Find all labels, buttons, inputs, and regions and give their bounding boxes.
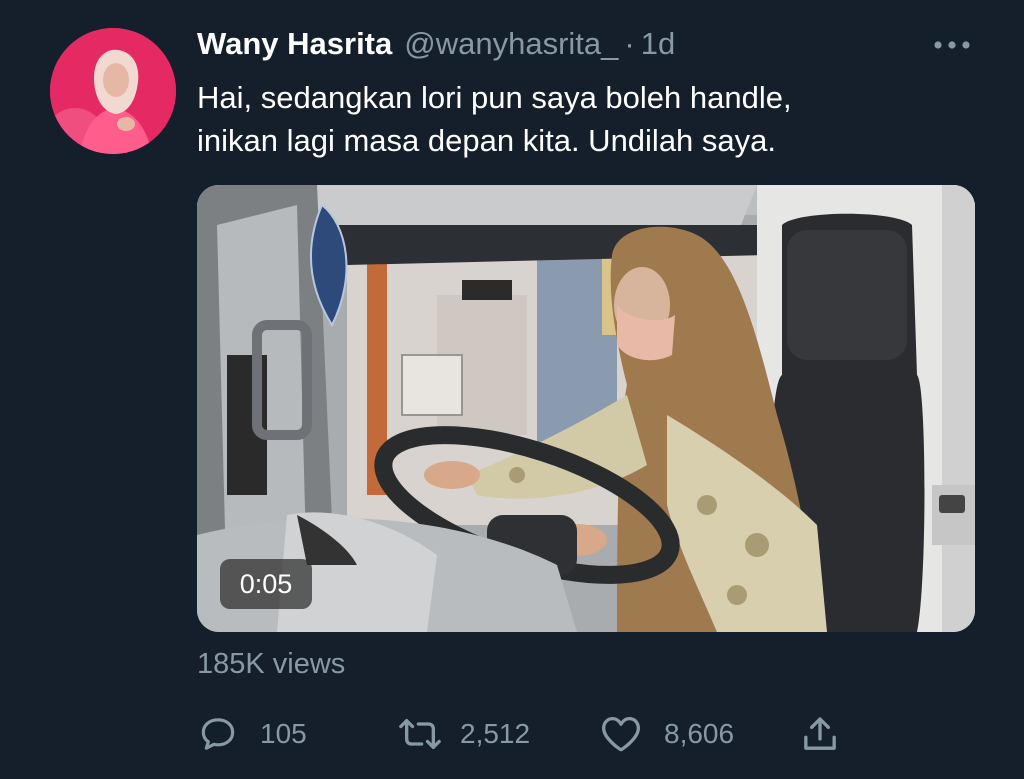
share-icon bbox=[800, 714, 840, 754]
heart-icon bbox=[600, 714, 642, 754]
reply-count: 105 bbox=[260, 718, 307, 749]
video-duration-badge: 0:05 bbox=[220, 559, 312, 609]
reply-button[interactable]: 105 bbox=[198, 712, 307, 756]
tweet-text-line: inikan lagi masa depan kita. Undilah say… bbox=[197, 123, 777, 158]
display-name[interactable]: Wany Hasrita bbox=[197, 26, 392, 62]
tweet-text-line: Hai, sedangkan lori pun saya boleh handl… bbox=[197, 80, 792, 115]
tweet-card: Wany Hasrita @wanyhasrita_ · 1d Hai, sed… bbox=[0, 0, 1024, 779]
separator-dot: · bbox=[624, 26, 635, 61]
tweet-header: Wany Hasrita @wanyhasrita_ · 1d bbox=[197, 26, 675, 66]
avatar[interactable] bbox=[50, 28, 176, 154]
retweet-button[interactable]: 2,512 bbox=[398, 712, 530, 756]
video-player[interactable] bbox=[197, 185, 975, 632]
like-count: 8,606 bbox=[664, 718, 735, 749]
avatar-image bbox=[50, 28, 176, 154]
share-button[interactable] bbox=[800, 712, 840, 756]
tweet-text: Hai, sedangkan lori pun saya boleh handl… bbox=[197, 76, 977, 162]
retweet-icon bbox=[398, 714, 442, 754]
view-count: 185K views bbox=[197, 648, 346, 680]
retweet-count: 2,512 bbox=[460, 718, 531, 749]
more-horizontal-icon[interactable] bbox=[932, 38, 972, 52]
timestamp[interactable]: 1d bbox=[641, 26, 675, 62]
user-handle[interactable]: @wanyhasrita_ bbox=[404, 26, 618, 62]
reply-icon bbox=[198, 714, 238, 754]
action-bar: 105 2,512 8,606 bbox=[0, 712, 1024, 756]
video-thumbnail bbox=[197, 185, 975, 632]
like-button[interactable]: 8,606 bbox=[600, 712, 734, 756]
